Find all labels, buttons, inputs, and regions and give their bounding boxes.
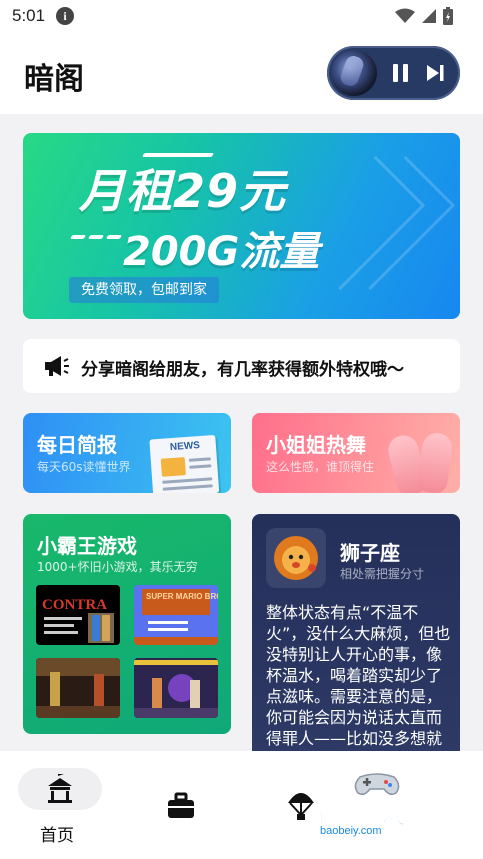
- card-subtitle: 相处需把握分寸: [340, 567, 425, 581]
- banner-caption: 免费领取，包邮到家: [69, 277, 219, 303]
- card-title: 狮子座: [340, 541, 400, 565]
- skip-next-icon[interactable]: [425, 63, 445, 83]
- home-icon: [48, 774, 72, 803]
- mario-logo-text: SUPER MARIO BROS.: [146, 592, 218, 601]
- megaphone-icon: [45, 356, 69, 376]
- info-icon: i: [56, 7, 74, 25]
- game-thumb-contra[interactable]: CONTRA: [36, 585, 120, 645]
- battery-icon: [443, 7, 453, 25]
- game-thumb-fighter[interactable]: [36, 658, 120, 718]
- newspaper-icon: NEWS: [149, 429, 225, 493]
- horoscope-text: 整体状态有点“不温不火”，没什么大麻烦，但也没特别让人开心的事，像杯温水，喝着踏…: [266, 603, 451, 759]
- card-title: 小姐姐热舞: [266, 433, 366, 457]
- contra-logo-text: CONTRA: [42, 597, 107, 613]
- speed-line: [87, 235, 105, 239]
- speed-line: [105, 235, 123, 239]
- dance-card[interactable]: 小姐姐热舞 这么性感，谁顶得住: [252, 413, 460, 493]
- card-title: 小霸王游戏: [37, 534, 137, 558]
- watermark: 宝贝游戏网 baobeiy.com: [296, 771, 456, 851]
- card-subtitle: 这么性感，谁顶得住: [266, 460, 375, 474]
- status-time: 5:01: [12, 6, 46, 25]
- share-text: 分享暗阁给朋友，有几率获得额外特权哦～: [81, 360, 404, 380]
- horoscope-card[interactable]: 狮子座 相处需把握分寸 整体状态有点“不温不火”，没什么大麻烦，但也没特别让人开…: [252, 514, 460, 759]
- page-title: 暗阁: [24, 62, 84, 97]
- music-player[interactable]: [327, 46, 460, 100]
- gamepad-icon: [354, 773, 400, 796]
- app-header: 暗阁: [0, 34, 483, 114]
- signal-icon: [422, 9, 436, 23]
- toolbox-icon[interactable]: [166, 792, 196, 820]
- speed-line: [69, 235, 87, 239]
- pause-icon[interactable]: [393, 64, 409, 82]
- game-thumb-kof[interactable]: [134, 658, 218, 718]
- status-icons: [395, 7, 453, 25]
- card-subtitle: 每天60s读懂世界: [37, 460, 131, 474]
- tab-home-label[interactable]: 首页: [40, 821, 74, 846]
- card-subtitle: 1000+怀旧小游戏，其乐无穷: [37, 560, 198, 574]
- lion-avatar-icon: [266, 528, 326, 588]
- status-bar: 5:01 i: [0, 0, 483, 34]
- watermark-url: baobeiy.com: [320, 825, 382, 837]
- ballet-shoe-icon: [415, 431, 455, 493]
- game-thumb-mario[interactable]: SUPER MARIO BROS.: [134, 585, 218, 645]
- banner-subheadline: 200G流量: [123, 229, 320, 275]
- banner-headline: 月租29元: [79, 164, 287, 218]
- wifi-icon: [395, 8, 415, 23]
- card-title: 每日简报: [37, 433, 117, 457]
- retro-games-card[interactable]: 小霸王游戏 1000+怀旧小游戏，其乐无穷 CONTRA SUPER MARIO…: [23, 514, 231, 734]
- promo-banner[interactable]: 月租29元 200G流量 免费领取，包邮到家: [23, 133, 460, 319]
- album-cover[interactable]: [331, 50, 377, 96]
- share-bar[interactable]: 分享暗阁给朋友，有几率获得额外特权哦～: [23, 339, 460, 393]
- tab-home[interactable]: [18, 768, 102, 810]
- news-label: NEWS: [169, 440, 201, 454]
- daily-briefing-card[interactable]: 每日简报 每天60s读懂世界 NEWS: [23, 413, 231, 493]
